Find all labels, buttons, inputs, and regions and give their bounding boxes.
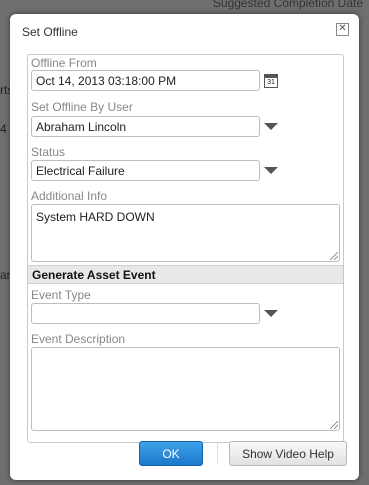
set-offline-by-user-label: Set Offline By User (31, 100, 133, 114)
background-table-header: Suggested Completion Date (0, 0, 369, 14)
offline-from-label: Offline From (31, 56, 97, 70)
dialog-title: Set Offline (22, 25, 78, 39)
background-column-header: Suggested Completion Date (212, 0, 363, 10)
additional-info-text: System HARD DOWN (36, 210, 155, 224)
set-offline-dialog: Set Offline ✕ Offline From Oct 14, 2013 … (10, 14, 359, 480)
additional-info-textarea[interactable]: System HARD DOWN (31, 204, 340, 262)
event-type-label: Event Type (31, 288, 91, 302)
set-offline-by-user-select[interactable]: Abraham Lincoln (31, 116, 260, 137)
button-divider (217, 442, 218, 464)
form-panel: Offline From Oct 14, 2013 03:18:00 PM 31… (27, 54, 344, 443)
show-video-help-button[interactable]: Show Video Help (229, 441, 347, 466)
offline-from-input[interactable]: Oct 14, 2013 03:18:00 PM (31, 70, 260, 91)
status-label: Status (31, 145, 66, 159)
event-type-select[interactable] (31, 303, 260, 324)
additional-info-label: Additional Info (31, 189, 108, 203)
close-icon: ✕ (338, 23, 347, 34)
close-button[interactable]: ✕ (336, 23, 349, 36)
chevron-down-icon[interactable] (264, 123, 278, 130)
calendar-icon[interactable]: 31 (264, 74, 278, 88)
resize-handle-icon[interactable] (330, 421, 338, 429)
resize-handle-icon[interactable] (330, 252, 338, 260)
status-select[interactable]: Electrical Failure (31, 160, 260, 181)
event-description-label: Event Description (31, 332, 126, 346)
event-description-textarea[interactable] (31, 347, 340, 431)
ok-button[interactable]: OK (139, 441, 203, 466)
chevron-down-icon[interactable] (264, 310, 278, 317)
generate-asset-event-header: Generate Asset Event (28, 265, 343, 284)
chevron-down-icon[interactable] (264, 167, 278, 174)
